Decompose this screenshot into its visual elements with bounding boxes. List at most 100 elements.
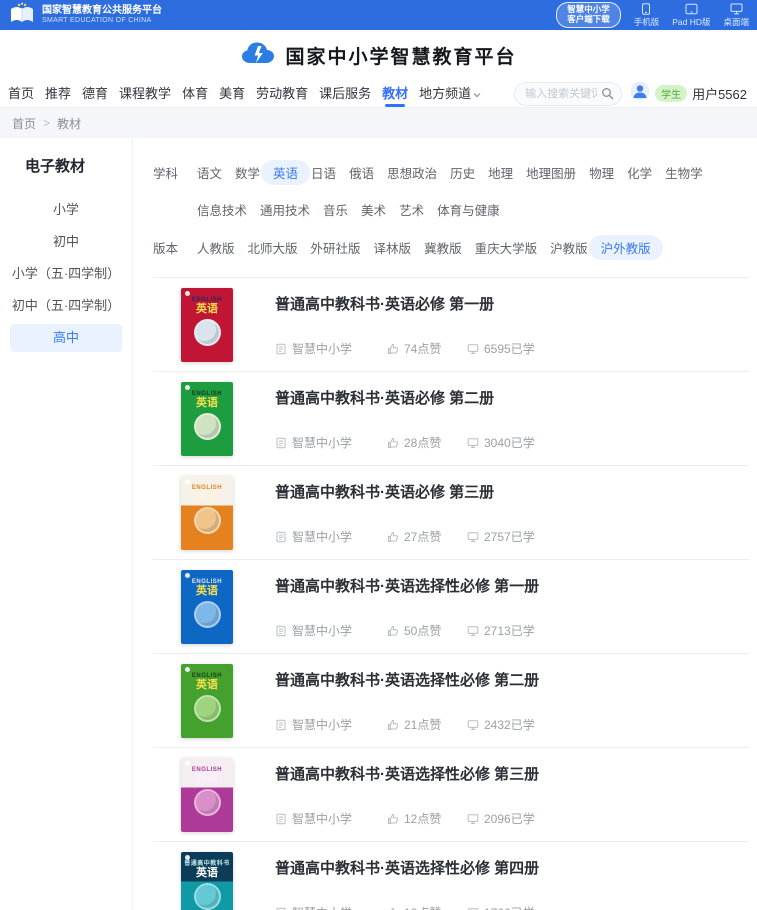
monitor-icon [467,625,479,637]
sidebar-item-初中[interactable]: 初中 [10,228,122,256]
subject-pill-思想政治[interactable]: 思想政治 [387,160,437,185]
book-info: 普通高中教科书·英语必修 第一册智慧中小学74点赞6595已学 [275,288,745,362]
subject-pill-艺术[interactable]: 艺术 [399,197,424,222]
book-title[interactable]: 普通高中教科书·英语必修 第二册 [275,387,745,408]
book-title[interactable]: 普通高中教科书·英语选择性必修 第四册 [275,857,745,878]
book-info: 普通高中教科书·英语必修 第三册智慧中小学27点赞2757已学 [275,476,745,550]
book-meta: 智慧中小学12点赞2096已学 [275,810,745,832]
monitor-icon [467,719,479,731]
book-title[interactable]: 普通高中教科书·英语选择性必修 第一册 [275,575,745,596]
user-name[interactable]: 用户5562 [692,84,747,103]
cover-logo-dot [185,761,190,766]
subject-pill-数学[interactable]: 数学 [235,160,260,185]
tablet-icon [685,3,698,15]
book-item-2[interactable]: ENGLISH英语普通高中教科书·英语必修 第三册智慧中小学27点赞2757已学 [153,465,749,559]
cover-logo-dot [185,573,190,578]
subject-pill-俄语[interactable]: 俄语 [349,160,374,185]
book-title[interactable]: 普通高中教科书·英语必修 第一册 [275,293,745,314]
sidebar-item-初中（五·四学制）[interactable]: 初中（五·四学制） [10,292,122,320]
book-learned-text: 3040已学 [484,434,535,451]
subject-pill-英语[interactable]: 英语 [261,160,310,185]
nav-item-劳动教育[interactable]: 劳动教育 [256,80,308,107]
book-publisher-text: 智慧中小学 [292,810,352,827]
nav-item-美育[interactable]: 美育 [219,80,245,107]
cover-subject-label: 英语 [196,491,218,504]
subject-pill-美术[interactable]: 美术 [361,197,386,222]
book-item-0[interactable]: ENGLISH英语普通高中教科书·英语必修 第一册智慧中小学74点赞6595已学 [153,277,749,371]
book-item-1[interactable]: ENGLISH英语普通高中教科书·英语必修 第二册智慧中小学28点赞3040已学 [153,371,749,465]
nav-item-首页[interactable]: 首页 [8,80,34,107]
nav-item-推荐[interactable]: 推荐 [45,80,71,107]
breadcrumb-home[interactable]: 首页 [12,115,36,132]
subject-pill-音乐[interactable]: 音乐 [323,197,348,222]
subject-pill-历史[interactable]: 历史 [450,160,475,185]
subject-pill-化学[interactable]: 化学 [627,160,652,185]
book-info: 普通高中教科书·英语选择性必修 第二册智慧中小学21点赞2432已学 [275,664,745,738]
book-publisher: 智慧中小学 [275,810,387,827]
thumbs-up-icon [387,625,399,637]
book-learned-text: 6595已学 [484,340,535,357]
book-item-3[interactable]: ENGLISH英语普通高中教科书·英语选择性必修 第一册智慧中小学50点赞271… [153,559,749,653]
book-item-5[interactable]: ENGLISH英语普通高中教科书·英语选择性必修 第三册智慧中小学12点赞209… [153,747,749,841]
topbar-link-0[interactable]: 手机版 [634,3,660,28]
subject-pill-日语[interactable]: 日语 [311,160,336,185]
monitor-icon [467,907,479,910]
version-pill-外研社版[interactable]: 外研社版 [311,235,361,260]
subject-pill-通用技术[interactable]: 通用技术 [260,197,310,222]
nav-item-教材[interactable]: 教材 [382,80,408,107]
nav-item-label: 美育 [219,80,245,107]
nav-item-课后服务[interactable]: 课后服务 [319,80,371,107]
version-pill-重庆大学版[interactable]: 重庆大学版 [475,235,538,260]
page-title: 国家中小学智慧教育平台 [285,42,516,69]
sidebar-item-高中[interactable]: 高中 [10,324,122,352]
version-pill-冀教版[interactable]: 冀教版 [424,235,462,260]
book-cover: ENGLISH英语 [181,288,233,362]
subject-pill-物理[interactable]: 物理 [589,160,614,185]
version-pills: 人教版北师大版外研社版译林版冀教版重庆大学版沪教版沪外教版 [197,235,749,260]
version-pill-沪教版[interactable]: 沪教版 [550,235,588,260]
book-info: 普通高中教科书·英语选择性必修 第一册智慧中小学50点赞2713已学 [275,570,745,644]
subject-pill-语文[interactable]: 语文 [197,160,222,185]
doc-icon [275,813,287,825]
version-pill-沪外教版[interactable]: 沪外教版 [589,235,663,260]
sidebar-item-小学[interactable]: 小学 [10,196,122,224]
nav-item-label: 首页 [8,80,34,107]
client-download-button[interactable]: 智慧中小学 客户端下载 [556,2,621,28]
nav-item-地方频道[interactable]: 地方频道 [419,80,481,107]
subject-pill-地理[interactable]: 地理 [488,160,513,185]
book-title[interactable]: 普通高中教科书·英语必修 第三册 [275,481,745,502]
nav-item-德育[interactable]: 德育 [82,80,108,107]
version-pill-北师大版[interactable]: 北师大版 [248,235,298,260]
book-info: 普通高中教科书·英语选择性必修 第四册智慧中小学12点赞1766已学 [275,852,745,910]
topbar-link-1[interactable]: Pad HD版 [672,3,710,28]
topbar-link-2[interactable]: 桌面端 [723,3,749,28]
subject-pill-信息技术[interactable]: 信息技术 [197,197,247,222]
book-title[interactable]: 普通高中教科书·英语选择性必修 第二册 [275,669,745,690]
doc-icon [275,437,287,449]
platform-logo[interactable]: 国家智慧教育公共服务平台 SMART EDUCATION OF CHINA [8,2,162,29]
book-likes: 74点赞 [387,340,467,357]
avatar-icon[interactable] [630,81,650,106]
desktop-icon [730,3,743,15]
book-item-4[interactable]: ENGLISH英语普通高中教科书·英语选择性必修 第二册智慧中小学21点赞243… [153,653,749,747]
main-area: 电子教材 小学初中小学（五·四学制）初中（五·四学制）高中 学科 语文数学英语日… [0,138,757,910]
nav-item-体育[interactable]: 体育 [182,80,208,107]
user-box[interactable]: 学生 用户5562 [630,81,747,106]
subject-pill-体育与健康[interactable]: 体育与健康 [437,197,500,222]
subject-pill-生物学[interactable]: 生物学 [665,160,703,185]
search-icon[interactable] [601,87,614,105]
sidebar-item-小学（五·四学制）[interactable]: 小学（五·四学制） [10,260,122,288]
thumbs-up-icon [387,531,399,543]
subject-pill-地理图册[interactable]: 地理图册 [526,160,576,185]
nav-item-课程教学[interactable]: 课程教学 [119,80,171,107]
book-publisher: 智慧中小学 [275,716,387,733]
book-item-6[interactable]: 普通高中教科书英语普通高中教科书·英语选择性必修 第四册智慧中小学12点赞176… [153,841,749,910]
cover-globe-art [194,883,221,910]
version-pill-人教版[interactable]: 人教版 [197,235,235,260]
version-pill-译林版[interactable]: 译林版 [374,235,412,260]
cover-logo-dot [185,291,190,296]
book-title[interactable]: 普通高中教科书·英语选择性必修 第三册 [275,763,745,784]
book-likes-text: 50点赞 [404,622,441,639]
search-box [514,82,622,106]
cover-subject-label: 英语 [196,773,218,786]
